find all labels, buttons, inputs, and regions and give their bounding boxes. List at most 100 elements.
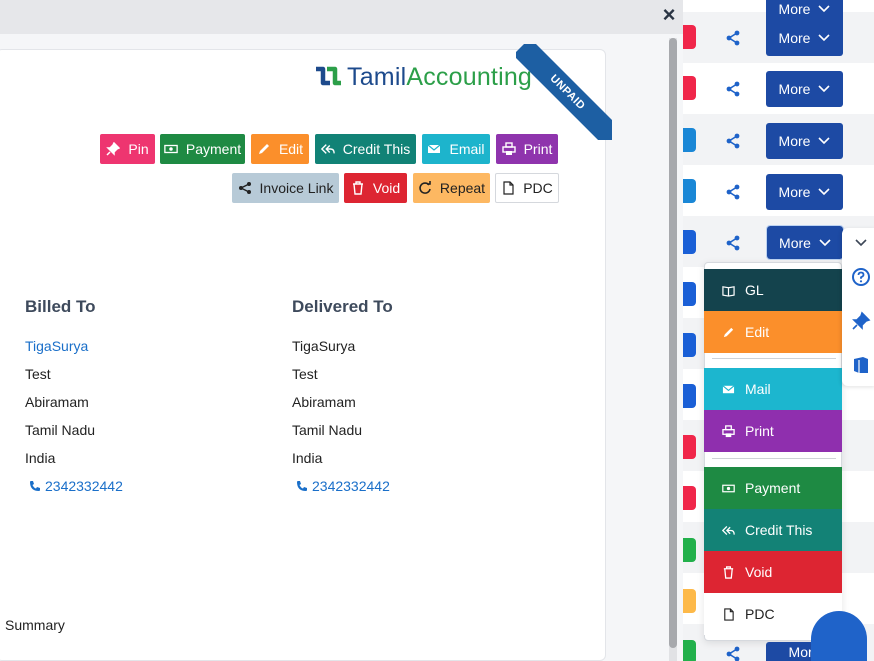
row-status-stripe bbox=[683, 179, 696, 203]
help-icon[interactable] bbox=[851, 267, 871, 287]
menu-item-mail-label: Mail bbox=[745, 381, 771, 397]
menu-item-print-label: Print bbox=[745, 423, 774, 439]
menu-divider bbox=[712, 358, 836, 359]
row-status-stripe bbox=[683, 282, 696, 306]
void-button[interactable]: Void bbox=[344, 173, 407, 203]
menu-item-payment[interactable]: Payment bbox=[704, 467, 842, 509]
status-ribbon-label: UNPAID bbox=[547, 72, 588, 113]
menu-item-edit[interactable]: Edit bbox=[704, 311, 842, 353]
phone-icon bbox=[297, 481, 307, 491]
more-button-label: More bbox=[778, 30, 811, 46]
delivered-to-line2: Abiramam bbox=[292, 394, 356, 410]
row-status-stripe bbox=[683, 230, 696, 254]
row-status-stripe bbox=[683, 384, 696, 408]
more-button[interactable]: More bbox=[766, 71, 843, 107]
trash-icon bbox=[723, 565, 734, 579]
email-button[interactable]: Email bbox=[422, 134, 490, 164]
row-status-stripe bbox=[683, 589, 696, 613]
share-icon[interactable] bbox=[725, 133, 741, 149]
payment-button[interactable]: Payment bbox=[160, 134, 245, 164]
billed-to-phone-number: 2342332442 bbox=[45, 478, 123, 494]
credit-this-button-label: Credit This bbox=[342, 141, 411, 157]
phone-icon bbox=[30, 481, 40, 491]
chevron-down-icon[interactable] bbox=[851, 233, 871, 253]
more-button-label: More bbox=[778, 1, 811, 17]
billed-to-heading: Billed To bbox=[25, 297, 96, 316]
delivered-to-state: Tamil Nadu bbox=[292, 422, 363, 438]
row-status-stripe bbox=[683, 486, 696, 510]
repeat-button-label: Repeat bbox=[439, 180, 486, 196]
billed-to-state: Tamil Nadu bbox=[25, 422, 96, 438]
menu-item-gl-label: GL bbox=[745, 282, 764, 298]
billed-to-country: India bbox=[25, 450, 56, 466]
row-status-stripe bbox=[683, 128, 696, 152]
more-button[interactable]: More bbox=[766, 123, 843, 159]
billed-to-name-link[interactable]: TigaSurya bbox=[25, 338, 88, 354]
reply-all-icon bbox=[722, 525, 735, 535]
credit-this-button[interactable]: Credit This bbox=[315, 134, 416, 164]
chevron-down-icon bbox=[819, 238, 831, 246]
share-icon[interactable] bbox=[725, 235, 741, 251]
pdc-button[interactable]: PDC bbox=[495, 173, 559, 203]
pencil-icon bbox=[258, 144, 269, 154]
status-ribbon-band: UNPAID bbox=[516, 44, 612, 140]
document-icon bbox=[724, 607, 734, 621]
row-status-stripe bbox=[683, 333, 696, 357]
more-button-active[interactable]: More bbox=[766, 225, 844, 260]
envelope-icon bbox=[428, 144, 441, 153]
payment-button-label: Payment bbox=[185, 141, 242, 157]
chevron-down-icon bbox=[818, 5, 831, 13]
repeat-button[interactable]: Repeat bbox=[413, 173, 490, 203]
void-button-label: Void bbox=[372, 180, 401, 196]
delivered-to-phone-number: 2342332442 bbox=[312, 478, 390, 494]
invoice-link-button[interactable]: Invoice Link bbox=[232, 173, 339, 203]
modal-scroll-thumb[interactable] bbox=[669, 38, 677, 648]
envelope-icon bbox=[722, 384, 735, 393]
chevron-down-icon bbox=[818, 188, 831, 196]
status-ribbon: UNPAID bbox=[516, 44, 612, 140]
share-icon[interactable] bbox=[725, 184, 741, 200]
more-button[interactable]: More bbox=[766, 20, 843, 56]
row-status-stripe bbox=[683, 435, 696, 459]
chevron-down-icon bbox=[818, 137, 831, 145]
pencil-icon bbox=[723, 327, 734, 337]
menu-item-credit-this[interactable]: Credit This bbox=[704, 509, 842, 551]
floating-action-button[interactable] bbox=[811, 611, 867, 661]
pin-button[interactable]: Pin bbox=[100, 134, 155, 164]
share-icon[interactable] bbox=[725, 30, 741, 46]
menu-item-print[interactable]: Print bbox=[704, 410, 842, 452]
edit-button-label: Edit bbox=[278, 141, 304, 157]
menu-item-credit-this-label: Credit This bbox=[745, 522, 813, 538]
close-button[interactable]: × bbox=[660, 3, 678, 27]
trash-icon bbox=[352, 181, 363, 195]
more-button-label: More bbox=[778, 184, 811, 200]
brand-name-part2: Accounting bbox=[406, 62, 533, 91]
pin-button-label: Pin bbox=[128, 141, 149, 157]
share-icon[interactable] bbox=[725, 81, 741, 97]
menu-item-void[interactable]: Void bbox=[704, 551, 842, 593]
menu-item-payment-label: Payment bbox=[745, 480, 801, 496]
book-icon[interactable] bbox=[851, 355, 871, 375]
print-button[interactable]: Print bbox=[496, 134, 558, 164]
menu-item-mail[interactable]: Mail bbox=[704, 368, 842, 410]
printer-icon bbox=[722, 424, 735, 437]
email-button-label: Email bbox=[449, 141, 485, 157]
share-icon[interactable] bbox=[725, 646, 741, 661]
menu-item-edit-label: Edit bbox=[745, 324, 770, 340]
pdc-button-label: PDC bbox=[523, 180, 553, 196]
billed-to-line1: Test bbox=[25, 366, 51, 382]
brand-logo: TamilAccounting bbox=[313, 62, 532, 92]
menu-item-gl[interactable]: GL bbox=[704, 269, 842, 311]
billed-to-phone[interactable]: 2342332442 bbox=[29, 478, 123, 494]
row-status-stripe bbox=[683, 76, 696, 100]
reply-all-icon bbox=[320, 144, 335, 154]
delivered-to-phone[interactable]: 2342332442 bbox=[296, 478, 390, 494]
repeat-icon bbox=[419, 181, 431, 194]
edit-button[interactable]: Edit bbox=[251, 134, 309, 164]
pin-icon[interactable] bbox=[851, 311, 871, 331]
brand-logo-icon bbox=[313, 63, 343, 91]
modal-header-bar bbox=[0, 0, 683, 34]
book-open-icon bbox=[722, 285, 735, 297]
more-button[interactable]: More bbox=[766, 174, 843, 210]
delivered-to-line1: Test bbox=[292, 366, 318, 382]
